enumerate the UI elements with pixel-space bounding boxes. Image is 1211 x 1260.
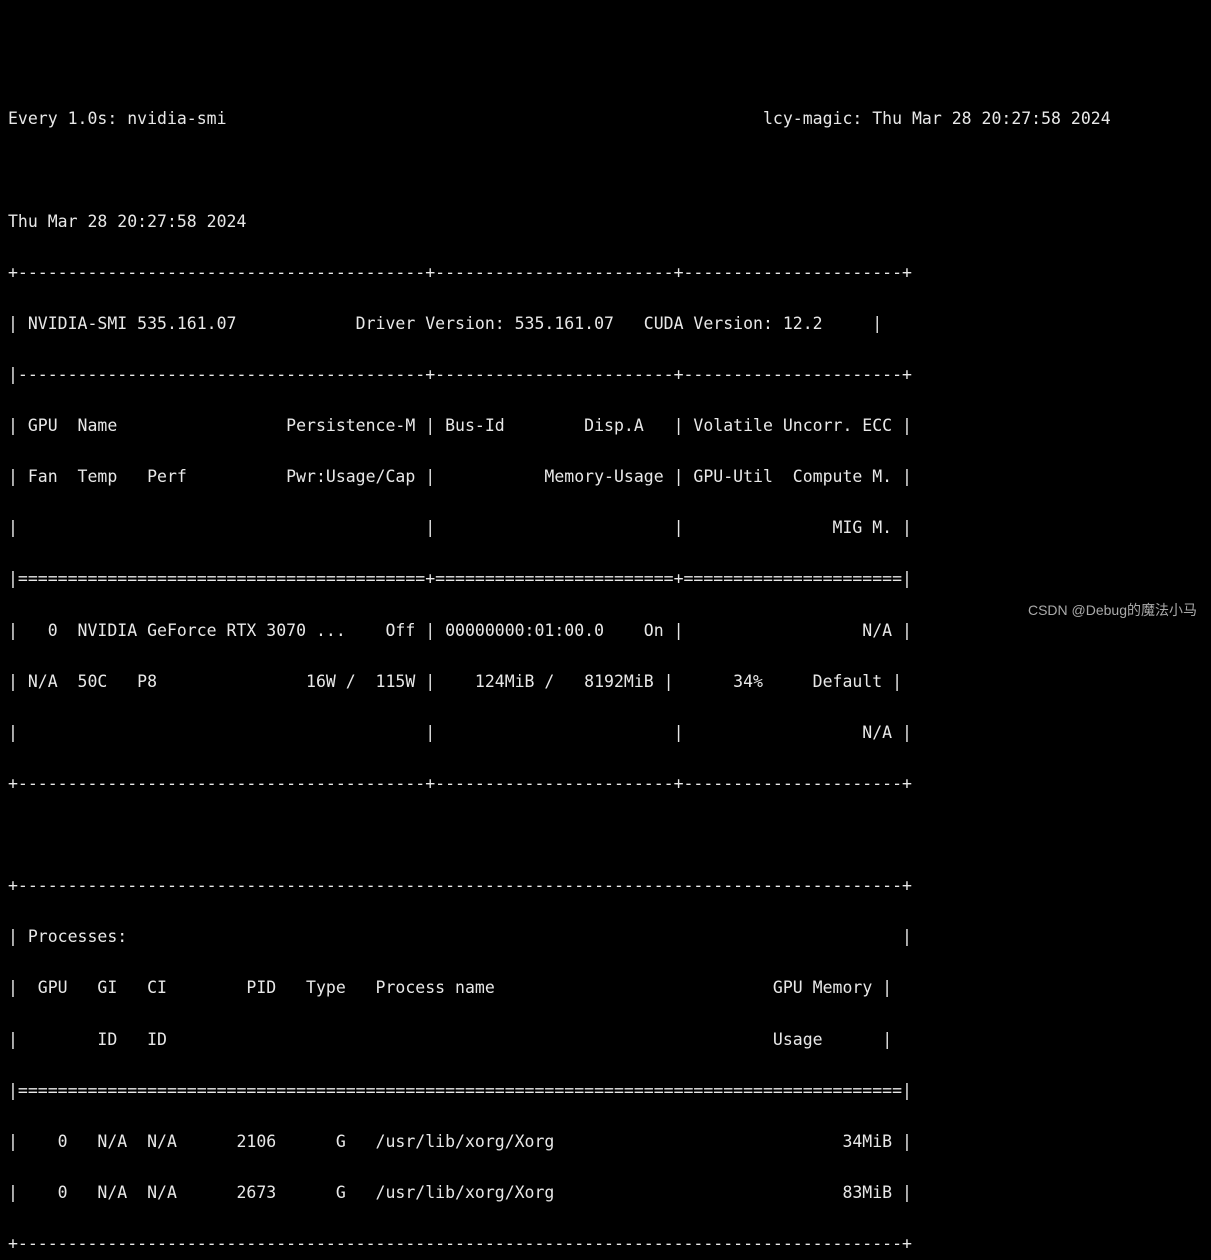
header-row1: | GPU Name Persistence-M | Bus-Id Disp.A… <box>8 413 1203 439</box>
blank-line <box>8 157 1203 183</box>
gpu-row3: | | | N/A | <box>8 720 1203 746</box>
blank-line <box>8 822 1203 848</box>
proc-header2: | ID ID Usage | <box>8 1027 1203 1053</box>
border-top: +---------------------------------------… <box>8 260 1203 286</box>
border-bottom1: +---------------------------------------… <box>8 771 1203 797</box>
border-mid: |---------------------------------------… <box>8 362 1203 388</box>
proc-header-text2: ID ID Usage <box>18 1030 823 1049</box>
proc-header-text: GPU GI CI PID Type Process name GPU Memo… <box>18 978 872 997</box>
version-line: | NVIDIA-SMI 535.161.07 Driver Version: … <box>8 311 1203 337</box>
watch-header: Every 1.0s: nvidia-smi lcy-magic: Thu Ma… <box>8 106 1203 132</box>
gpu-row1: | 0 NVIDIA GeForce RTX 3070 ... Off | 00… <box>8 618 1203 644</box>
proc-row: | 0 N/A N/A 2673 G /usr/lib/xorg/Xorg 83… <box>8 1180 1203 1206</box>
timestamp: Thu Mar 28 20:27:58 2024 <box>8 209 1203 235</box>
proc-header1: | GPU GI CI PID Type Process name GPU Me… <box>8 975 1203 1001</box>
watermark: CSDN @Debug的魔法小马 <box>1028 600 1197 622</box>
header-row3: | | | MIG M. | <box>8 515 1203 541</box>
gpu-row2: | N/A 50C P8 16W / 115W | 124MiB / 8192M… <box>8 669 1203 695</box>
proc-border-bottom: +---------------------------------------… <box>8 1231 1203 1257</box>
proc-border-top: +---------------------------------------… <box>8 873 1203 899</box>
header-row2: | Fan Temp Perf Pwr:Usage/Cap | Memory-U… <box>8 464 1203 490</box>
proc-border-eq: |=======================================… <box>8 1078 1203 1104</box>
proc-title: | Processes: | <box>8 924 1203 950</box>
border-eq: |=======================================… <box>8 566 1203 592</box>
proc-row: | 0 N/A N/A 2106 G /usr/lib/xorg/Xorg 34… <box>8 1129 1203 1155</box>
processes-label: Processes: <box>28 927 127 946</box>
